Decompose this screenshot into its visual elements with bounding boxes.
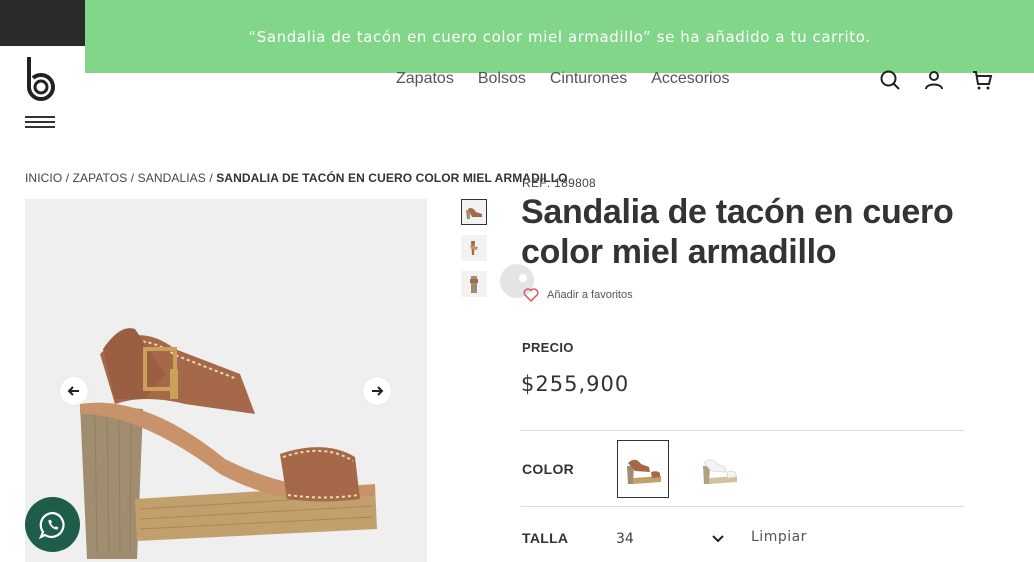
main-nav: Zapatos Bolsos Cinturones Accesorios	[396, 70, 753, 88]
nav-item-accesorios[interactable]: Accesorios	[651, 70, 729, 88]
size-selected-value: 34	[616, 531, 634, 547]
breadcrumb-current: SANDALIA DE TACÓN EN CUERO COLOR MIEL AR…	[216, 171, 568, 185]
arrow-left-icon	[67, 386, 79, 396]
breadcrumb-inicio[interactable]: INICIO	[25, 171, 62, 185]
thumbnail-3[interactable]	[461, 271, 487, 297]
breadcrumb-separator: /	[209, 171, 213, 185]
notice-text: “Sandalia de tacón en cuero color miel a…	[248, 27, 871, 46]
gallery-thumbnails	[461, 199, 487, 307]
logo-b[interactable]	[25, 55, 57, 101]
breadcrumb-zapatos[interactable]: ZAPATOS	[73, 171, 128, 185]
gallery-prev-button[interactable]	[60, 377, 88, 405]
breadcrumb: INICIO / ZAPATOS / SANDALIAS / SANDALIA …	[25, 171, 568, 185]
color-swatch-miel[interactable]	[617, 440, 669, 498]
color-swatch-blanco[interactable]	[693, 440, 745, 498]
breadcrumb-sandalias[interactable]: SANDALIAS	[138, 171, 206, 185]
chevron-down-icon	[712, 535, 724, 543]
add-to-favorites-button[interactable]: Añadir a favoritos	[523, 288, 633, 302]
heart-icon	[523, 288, 539, 302]
whatsapp-icon	[38, 511, 65, 539]
divider	[521, 430, 964, 431]
nav-item-cinturones[interactable]: Cinturones	[550, 70, 627, 88]
product-ref: REF: 189808	[522, 176, 597, 190]
thumbnail-1[interactable]	[461, 199, 487, 225]
product-gallery[interactable]	[25, 199, 427, 562]
price-label: PRECIO	[522, 340, 574, 355]
favorites-label: Añadir a favoritos	[547, 289, 633, 301]
product-price: $255,900	[521, 372, 630, 396]
search-icon[interactable]	[878, 68, 902, 92]
cart-icon[interactable]	[970, 68, 994, 92]
topbar-dark	[0, 0, 85, 46]
divider	[521, 506, 964, 507]
whatsapp-button[interactable]	[25, 497, 80, 552]
nav-item-bolsos[interactable]: Bolsos	[478, 70, 526, 88]
product-title: Sandalia de tacón en cuero color miel ar…	[521, 193, 954, 271]
cart-added-notice: “Sandalia de tacón en cuero color miel a…	[85, 0, 1034, 73]
gallery-next-button[interactable]	[363, 377, 391, 405]
size-label: TALLA	[522, 530, 569, 546]
size-select[interactable]: 34	[616, 528, 724, 550]
thumbnail-2[interactable]	[461, 235, 487, 261]
arrow-right-icon	[372, 386, 384, 396]
color-label: COLOR	[522, 461, 575, 477]
user-icon[interactable]	[922, 68, 946, 92]
menu-icon[interactable]	[25, 116, 55, 130]
breadcrumb-separator: /	[130, 171, 135, 185]
clear-selection-link[interactable]: Limpiar	[751, 529, 807, 545]
breadcrumb-separator: /	[65, 171, 70, 185]
nav-item-zapatos[interactable]: Zapatos	[396, 70, 454, 88]
